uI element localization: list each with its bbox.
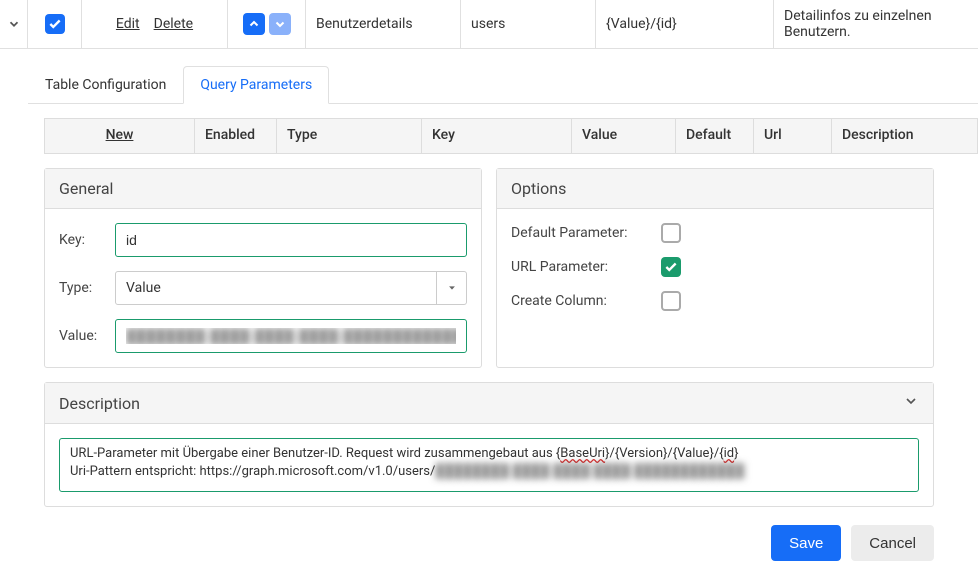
th-enabled: Enabled [195,119,277,153]
url-param-checkbox[interactable] [661,257,681,277]
url-param-label: URL Parameter: [511,259,661,275]
type-select-value: Value [116,280,436,296]
row-pattern-cell: {Value}/{id} [596,0,774,48]
tab-query-parameters[interactable]: Query Parameters [183,66,329,104]
cancel-button[interactable]: Cancel [851,525,934,561]
description-panel-header[interactable]: Description [45,383,933,424]
content-area: General Key: Type: Value Value: [44,168,934,507]
top-row: Edit Delete Benutzerdetails users {Value… [0,0,978,49]
footer-buttons: Save Cancel [0,525,934,561]
delete-link[interactable]: Delete [154,16,193,32]
type-select[interactable]: Value [115,271,467,305]
row-desc: Detailinfos zu einzelnen Benutzern. [784,8,968,40]
description-panel: Description URL-Parameter mit Übergabe e… [44,382,934,507]
row-actions: Edit Delete [82,0,228,48]
general-panel: General Key: Type: Value Value: [44,168,482,368]
th-new[interactable]: New [45,119,195,153]
default-param-row: Default Parameter: [511,223,919,243]
create-column-checkbox[interactable] [661,291,681,311]
th-type: Type [277,119,422,153]
row-pattern: {Value}/{id} [606,16,677,32]
move-up-button[interactable] [243,13,265,35]
row-checkbox-cell [28,0,82,48]
move-down-button[interactable] [269,13,291,35]
row-users: users [471,16,505,32]
reorder-cell [228,0,306,48]
description-panel-body: URL-Parameter mit Übergabe einer Benutze… [45,424,933,506]
key-row: Key: [59,223,467,257]
create-column-label: Create Column: [511,293,661,309]
tabs: Table Configuration Query Parameters [28,65,978,104]
create-column-row: Create Column: [511,291,919,311]
chevron-down-icon [903,393,919,413]
th-url: Url [754,119,832,153]
panels-row: General Key: Type: Value Value: [44,168,934,368]
options-panel-header: Options [497,169,933,209]
edit-link[interactable]: Edit [116,16,140,32]
description-textarea[interactable]: URL-Parameter mit Übergabe einer Benutze… [59,438,919,492]
value-row: Value: [59,319,467,353]
th-description: Description [832,119,977,153]
save-button[interactable]: Save [771,525,841,561]
th-key: Key [422,119,572,153]
key-label: Key: [59,232,115,248]
expand-toggle[interactable] [0,0,28,48]
key-input[interactable] [115,223,467,257]
tab-table-configuration[interactable]: Table Configuration [28,66,183,104]
default-param-label: Default Parameter: [511,225,661,241]
value-label: Value: [59,328,115,344]
default-param-checkbox[interactable] [661,223,681,243]
type-label: Type: [59,280,115,296]
chevron-down-icon [7,17,21,31]
th-default: Default [676,119,754,153]
type-row: Type: Value [59,271,467,305]
row-desc-cell: Detailinfos zu einzelnen Benutzern. [774,0,978,48]
general-panel-body: Key: Type: Value Value: [45,209,481,367]
url-param-row: URL Parameter: [511,257,919,277]
params-table-header: New Enabled Type Key Value Default Url D… [44,118,978,154]
row-users-cell: users [461,0,596,48]
row-title: Benutzerdetails [316,16,413,32]
description-title: Description [59,394,140,413]
options-panel: Options Default Parameter: URL Parameter… [496,168,934,368]
general-panel-header: General [45,169,481,209]
options-panel-body: Default Parameter: URL Parameter: Create… [497,209,933,325]
row-checkbox[interactable] [45,14,65,34]
th-value: Value [572,119,676,153]
row-title-cell: Benutzerdetails [306,0,461,48]
value-input[interactable] [115,319,467,353]
caret-down-icon [436,272,466,304]
